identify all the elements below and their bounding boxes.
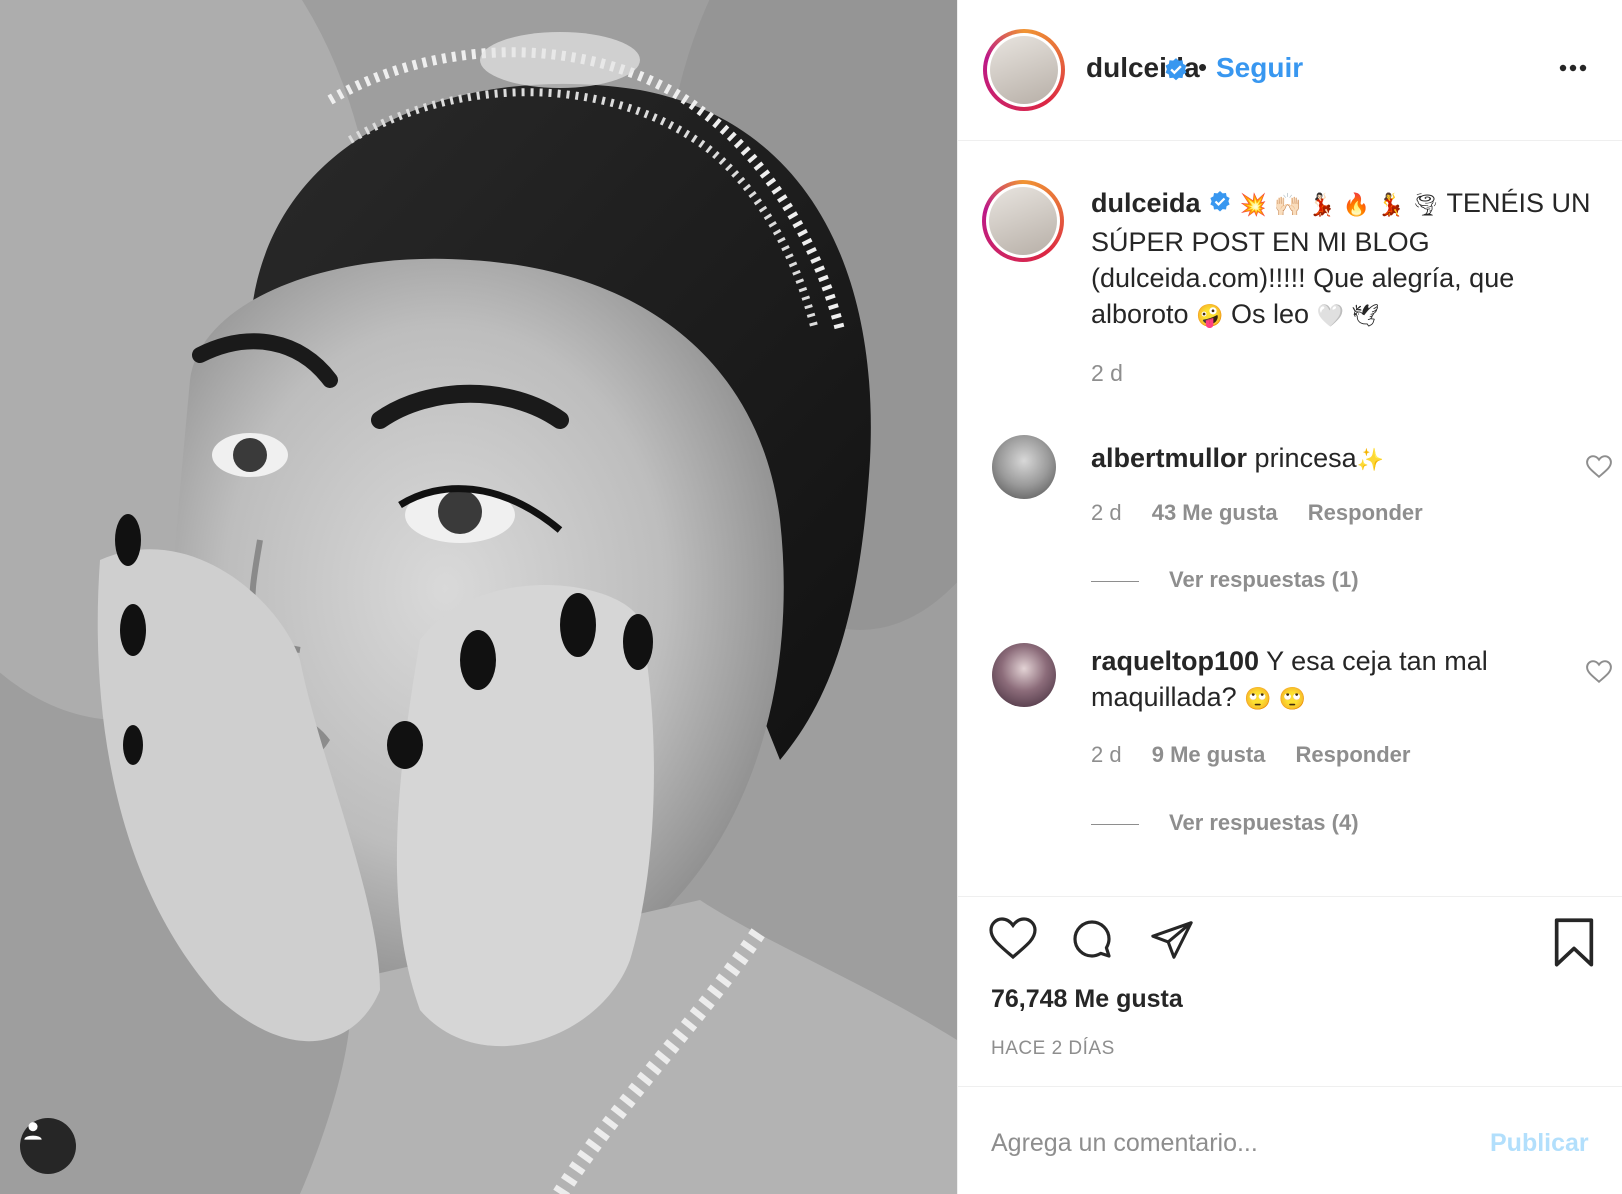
follow-button[interactable]: Seguir [1216,52,1303,84]
caption-text-end: Os leo [1231,299,1310,329]
replies-divider [1091,823,1139,825]
comment-like-heart-icon[interactable] [1586,455,1612,484]
comment-timestamp[interactable]: 2 d [1091,742,1122,767]
verified-badge-icon [1163,57,1189,88]
view-replies-label: Ver respuestas (4) [1169,810,1359,835]
share-icon[interactable] [1148,917,1196,968]
bookmark-icon[interactable] [1552,917,1596,974]
caption-timestamp[interactable]: 2 d [1091,360,1123,387]
comment-input[interactable] [991,1123,1471,1163]
more-options-icon[interactable] [1558,60,1588,78]
header-separator: • [1198,52,1208,82]
comment-body: raqueltop100 Y esa ceja tan mal maquilla… [1091,643,1561,718]
caption-username[interactable]: dulceida [1091,188,1201,218]
commenter-username[interactable]: albertmullor [1091,443,1247,473]
post-detail-panel: dulceida • Seguir dulceida 💥 🙌🏻 💃🏻 🔥 💃 🌪… [957,0,1622,1194]
commenter-avatar[interactable] [992,435,1056,499]
commenter-avatar[interactable] [992,643,1056,707]
post-header: dulceida • Seguir [958,0,1622,141]
post-actions: 76,748 Me gusta HACE 2 DÍAS [958,896,1622,1086]
comment-icon[interactable] [1068,917,1116,970]
tagged-users-button[interactable] [20,1118,76,1174]
caption-emoji-mid: 🤪 [1196,304,1224,329]
comment-meta: 2 d 9 Me gusta Responder [1091,742,1434,768]
publish-button[interactable]: Publicar [1490,1129,1589,1158]
view-replies-button[interactable]: Ver respuestas (4) [1091,810,1359,836]
post-caption: dulceida 💥 🙌🏻 💃🏻 🔥 💃 🌪 TENÉIS UN SÚPER P… [1091,185,1591,335]
commenter-username[interactable]: raqueltop100 [1091,646,1259,676]
reply-button[interactable]: Responder [1308,500,1423,525]
comment-likes[interactable]: 9 Me gusta [1152,742,1266,767]
heart-icon[interactable] [989,917,1037,966]
author-avatar[interactable] [983,29,1065,111]
reply-button[interactable]: Responder [1296,742,1411,767]
comment-timestamp[interactable]: 2 d [1091,500,1122,525]
caption-emojis: 💥 🙌🏻 💃🏻 🔥 💃 🌪 [1239,193,1440,218]
portrait-illustration [0,0,957,1194]
view-replies-button[interactable]: Ver respuestas (1) [1091,567,1359,593]
comment-meta: 2 d 43 Me gusta Responder [1091,500,1447,526]
likes-count[interactable]: 76,748 Me gusta [991,985,1183,1014]
comment-like-heart-icon[interactable] [1586,660,1612,689]
verified-badge-icon [1208,187,1232,223]
add-comment-section: Publicar [958,1086,1622,1194]
caption-emoji-end: 🤍 🕊 [1316,304,1379,329]
post-photo[interactable] [0,0,957,1194]
comment-likes[interactable]: 43 Me gusta [1152,500,1278,525]
comment-text: princesa [1254,443,1357,473]
caption-author-avatar[interactable] [982,180,1064,262]
comment-emoji: ✨ [1356,448,1385,473]
comment-body: albertmullor princesa✨ [1091,440,1561,479]
comment-emoji: 🙄 🙄 [1244,687,1306,712]
replies-divider [1091,580,1139,582]
view-replies-label: Ver respuestas (1) [1169,567,1359,592]
post-age[interactable]: HACE 2 DÍAS [991,1038,1115,1060]
